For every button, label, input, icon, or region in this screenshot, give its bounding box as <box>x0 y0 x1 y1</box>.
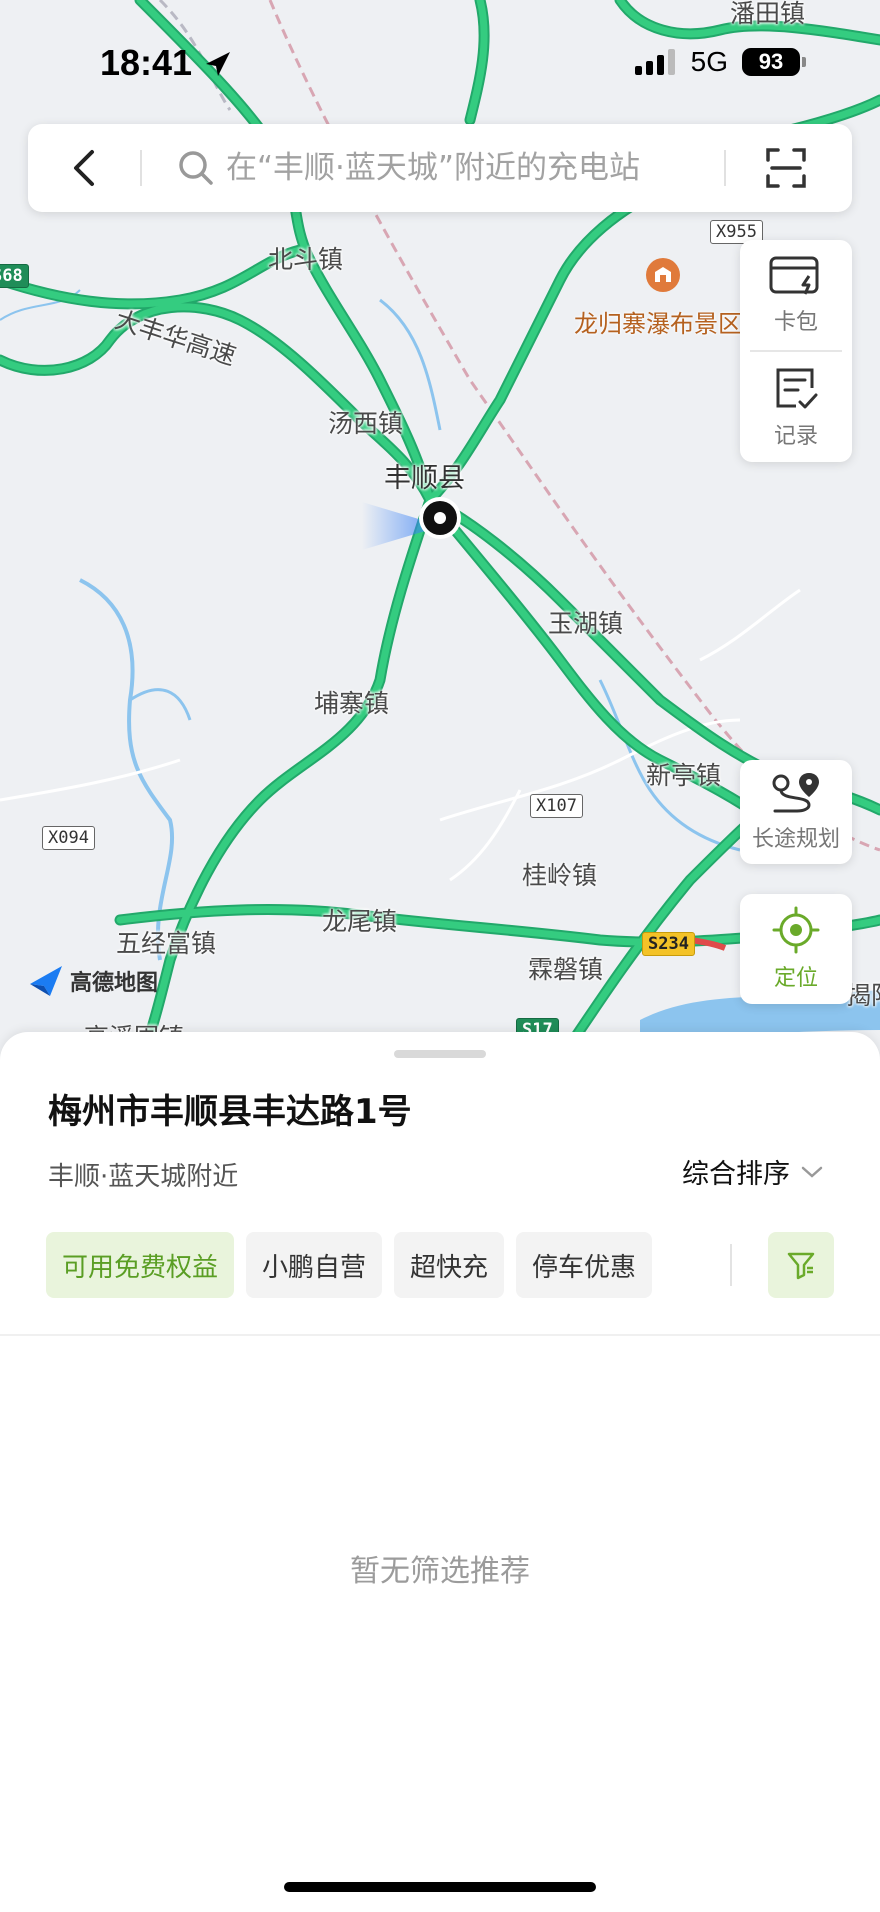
road-shield: S68 <box>0 264 29 288</box>
home-indicator[interactable] <box>284 1882 596 1892</box>
scan-button[interactable] <box>762 144 810 192</box>
filter-button[interactable] <box>768 1232 834 1298</box>
filter-chips: 可用免费权益 小鹏自营 超快充 停车优惠 <box>46 1232 653 1298</box>
place-label: 玉湖镇 <box>548 609 624 638</box>
status-indicators: 5G 93 <box>634 46 806 78</box>
bottom-sheet: 梅州市丰顺县丰达路1号 丰顺·蓝天城附近 综合排序 可用免费权益 小鹏自营 超快… <box>0 1032 880 1912</box>
wallet-label: 卡包 <box>773 310 818 335</box>
location-arrow-icon <box>206 52 231 77</box>
long-route-panel: 长途规划 <box>740 760 852 864</box>
chip-parking-discount[interactable]: 停车优惠 <box>516 1232 653 1298</box>
place-label: 五经富镇 <box>116 929 217 958</box>
place-label: 潘田镇 <box>730 0 806 28</box>
nearby-label: 丰顺·蓝天城附近 <box>48 1162 239 1192</box>
place-label-county: 丰顺县 <box>384 463 465 494</box>
scenic-spot-icon[interactable] <box>646 258 680 292</box>
long-route-button[interactable]: 长途规划 <box>740 760 852 864</box>
chip-xpeng-owned[interactable]: 小鹏自营 <box>246 1232 383 1298</box>
divider <box>724 150 726 186</box>
amap-logo-text: 高德地图 <box>70 971 159 996</box>
sort-dropdown[interactable]: 综合排序 <box>682 1152 824 1191</box>
chip-free-benefits[interactable]: 可用免费权益 <box>46 1232 235 1298</box>
side-panel-tools: 卡包 记录 <box>740 240 852 462</box>
search-icon <box>176 148 216 188</box>
records-label: 记录 <box>773 423 818 449</box>
amap-logo-icon <box>30 966 62 996</box>
search-input[interactable] <box>226 146 706 190</box>
chevron-down-icon <box>801 1166 823 1178</box>
place-label: 霖磐镇 <box>528 955 604 984</box>
divider <box>730 1244 732 1286</box>
current-location-marker <box>418 496 462 540</box>
search-bar <box>28 124 852 212</box>
back-button[interactable] <box>64 146 108 190</box>
sort-label: 综合排序 <box>682 1159 790 1190</box>
place-label: 北斗镇 <box>268 245 344 274</box>
road-shield: X094 <box>42 826 95 850</box>
route-plan-icon <box>772 773 819 813</box>
locate-label: 定位 <box>773 966 818 991</box>
poi-label[interactable]: 龙归寨瀑布景区 <box>574 304 742 339</box>
status-time: 18:41 <box>100 42 232 84</box>
filter-icon <box>787 1252 815 1280</box>
chevron-left-icon <box>74 150 94 186</box>
place-label: 新亭镇 <box>646 761 722 790</box>
locate-button[interactable]: 定位 <box>740 894 852 1004</box>
locate-crosshair-icon <box>772 906 820 954</box>
empty-state-text: 暂无筛选推荐 <box>350 1554 530 1589</box>
chip-ultra-fast[interactable]: 超快充 <box>394 1232 505 1298</box>
network-type: 5G <box>690 46 728 77</box>
address-title: 梅州市丰顺县丰达路1号 <box>48 1092 412 1132</box>
battery-icon: 93 <box>742 48 806 76</box>
records-button[interactable]: 记录 <box>740 352 852 462</box>
place-label: 桂岭镇 <box>522 861 598 890</box>
place-label: 汤西镇 <box>328 409 404 438</box>
scan-icon <box>766 148 806 188</box>
wallet-button[interactable]: 卡包 <box>740 240 852 350</box>
cellular-signal-icon <box>634 49 675 75</box>
divider <box>140 150 142 186</box>
amap-logo: 高德地图 <box>28 964 158 998</box>
divider <box>0 1334 880 1336</box>
records-icon <box>776 368 818 408</box>
sheet-drag-handle[interactable] <box>394 1050 486 1058</box>
road-shield: S234 <box>642 932 695 956</box>
locate-panel: 定位 <box>740 894 852 1004</box>
long-route-label: 长途规划 <box>751 827 840 852</box>
place-label: 埔寨镇 <box>314 689 390 718</box>
place-label: 龙尾镇 <box>322 907 398 936</box>
road-shield: X107 <box>530 794 583 818</box>
card-wallet-icon <box>769 256 819 295</box>
